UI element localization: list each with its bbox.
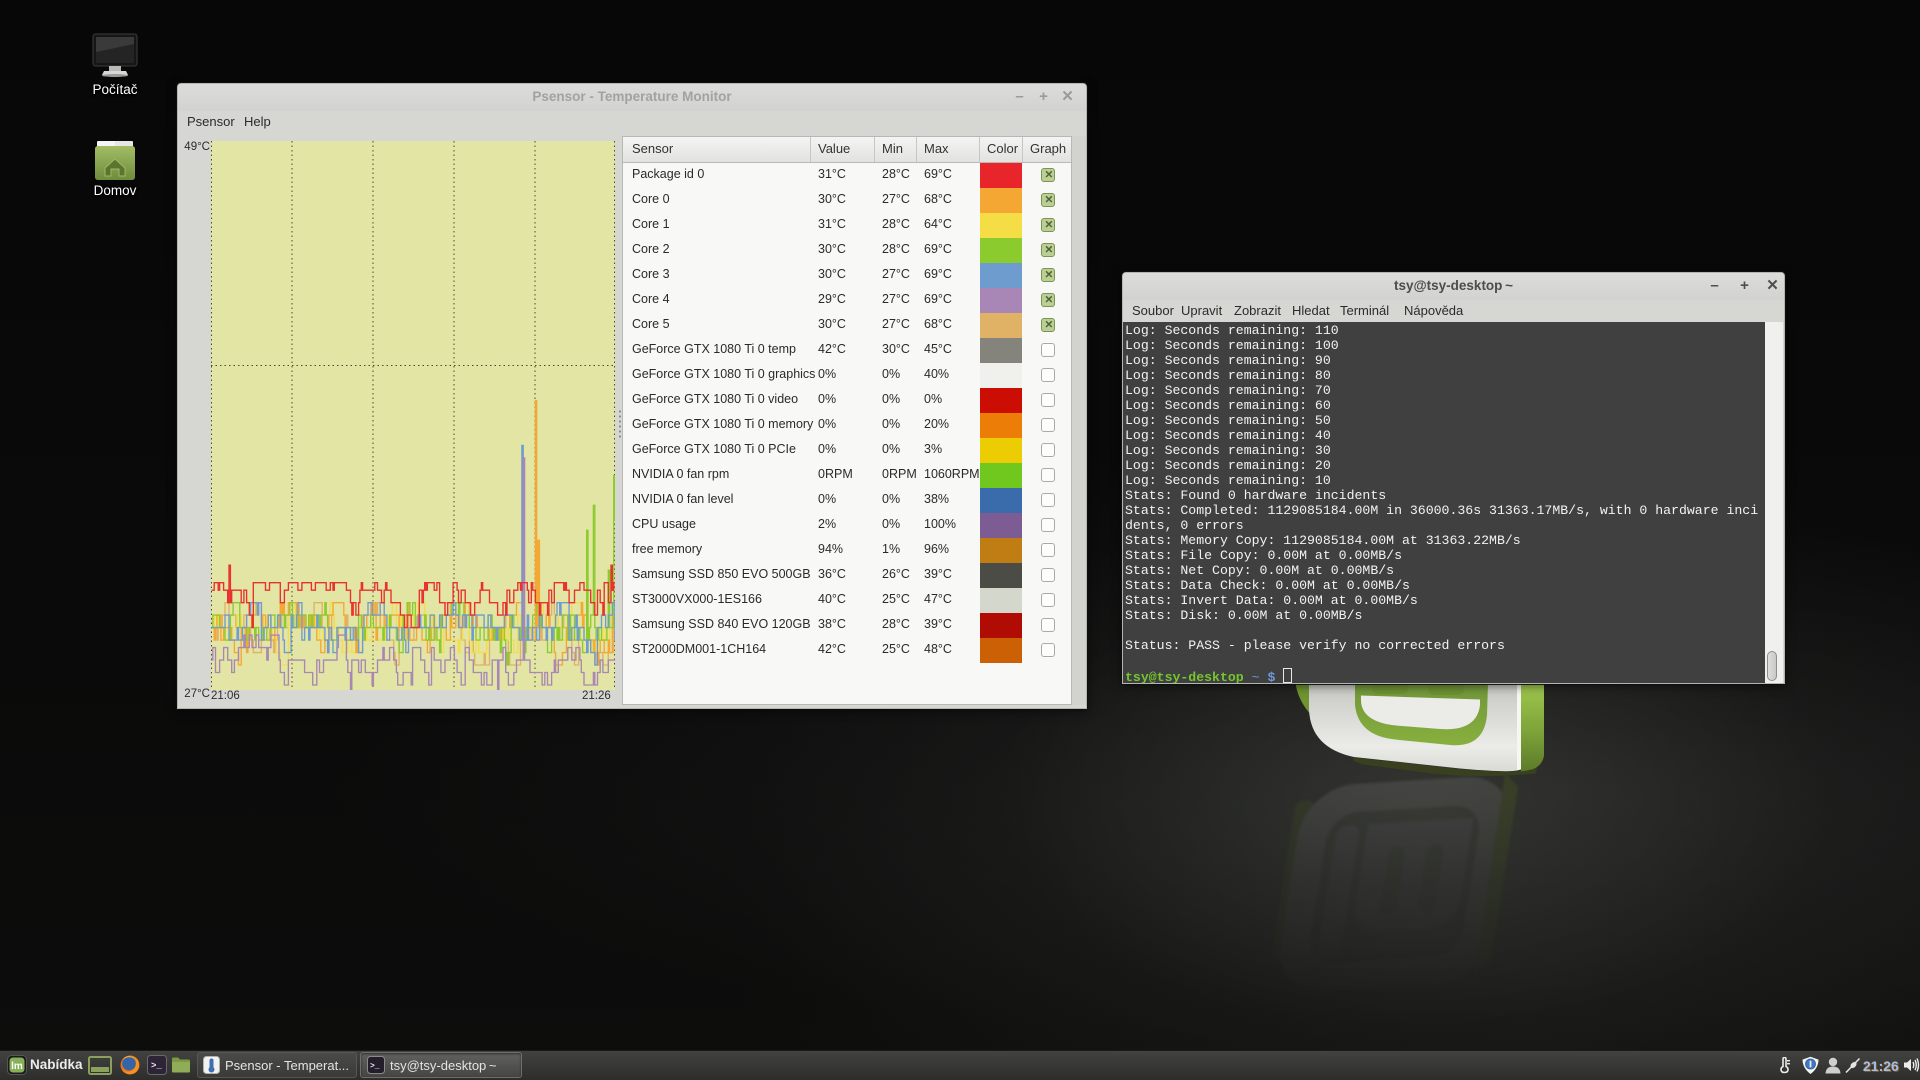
svg-text:>_: >_ bbox=[151, 1061, 162, 1071]
svg-text:lm: lm bbox=[11, 1061, 23, 1072]
svg-text:>_: >_ bbox=[370, 1062, 380, 1071]
